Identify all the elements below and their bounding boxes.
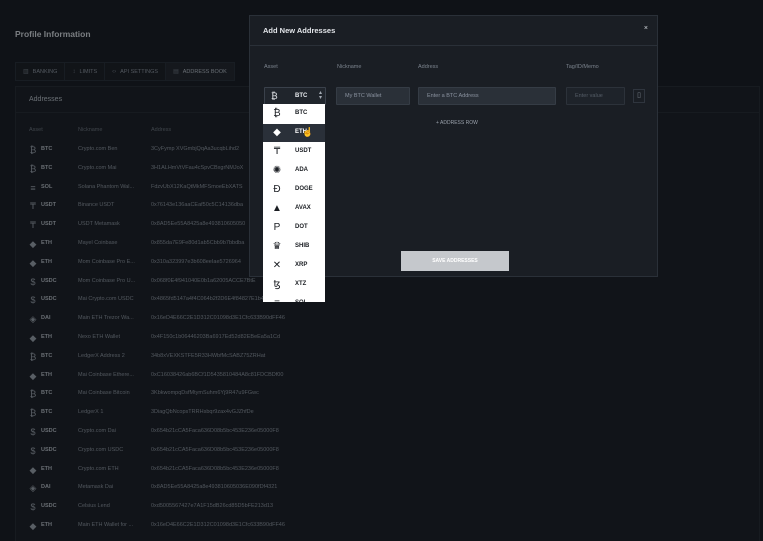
asset-option-ada[interactable]: ✺ ADA <box>263 162 325 180</box>
ada-icon: ✺ <box>272 165 282 176</box>
eth-icon: ◆ <box>273 127 281 138</box>
asset-option-xrp[interactable]: ✕ XRP <box>263 257 325 275</box>
option-label: SHIB <box>295 243 310 249</box>
bitcoin-icon: ₿ <box>271 91 278 101</box>
trash-icon[interactable]: ▯ <box>633 89 645 103</box>
nickname-input[interactable] <box>336 87 410 105</box>
xrp-icon: ✕ <box>272 260 282 271</box>
asset-option-doge[interactable]: Ð DOGE <box>263 181 325 199</box>
xtz-icon: ꜩ <box>273 279 281 290</box>
tag-label: Tag/ID/Memo <box>566 64 599 70</box>
doge-icon: Ð <box>273 184 281 195</box>
tag-input[interactable] <box>566 87 625 105</box>
divider <box>250 45 657 46</box>
add-address-row-button[interactable]: + ADDRESS ROW <box>436 120 478 126</box>
option-label: XTZ <box>295 281 307 287</box>
asset-select[interactable]: ₿ BTC ▴ ▾ <box>264 87 326 105</box>
option-label: SOL <box>295 300 307 302</box>
option-label: BTC <box>295 110 308 116</box>
sol-icon: ≡ <box>271 297 283 302</box>
option-label: DOGE <box>295 186 313 192</box>
modal-title: Add New Addresses <box>263 26 336 35</box>
asset-option-xtz[interactable]: ꜩ XTZ <box>263 276 325 294</box>
usdt-icon: ₸ <box>273 146 281 157</box>
option-label: USDT <box>295 148 312 154</box>
asset-option-dot[interactable]: P DOT <box>263 219 325 237</box>
option-label: ADA <box>295 167 308 173</box>
option-label: XRP <box>295 262 308 268</box>
asset-option-sol[interactable]: ≡ SOL <box>263 295 325 302</box>
asset-option-shib[interactable]: ♛ SHIB <box>263 238 325 256</box>
close-icon[interactable]: × <box>644 25 648 32</box>
option-label: DOT <box>295 224 308 230</box>
asset-dropdown-menu: ₿ BTC ◆ ETH ₸ USDT ✺ ADA Ð DOGE ▲ AVAX P DOT ♛ SHIB ✕ XRP… <box>263 104 325 302</box>
save-addresses-button[interactable]: SAVE ADDRESSES <box>401 251 509 271</box>
chevron-updown-icon: ▴ ▾ <box>318 90 322 101</box>
shib-icon: ♛ <box>272 241 282 252</box>
asset-option-usdt[interactable]: ₸ USDT <box>263 143 325 161</box>
dot-icon: P <box>273 222 281 233</box>
nickname-label: Nickname <box>337 64 362 70</box>
avax-icon: ▲ <box>272 203 282 214</box>
selected-asset: BTC <box>295 93 308 99</box>
address-label: Address <box>418 64 439 70</box>
asset-option-avax[interactable]: ▲ AVAX <box>263 200 325 218</box>
address-input[interactable] <box>418 87 556 105</box>
asset-label: Asset <box>264 64 278 70</box>
btc-icon: ₿ <box>273 108 281 119</box>
asset-option-eth[interactable]: ◆ ETH <box>263 124 325 142</box>
asset-option-btc[interactable]: ₿ BTC <box>263 105 325 123</box>
option-label: AVAX <box>295 205 311 211</box>
pointer-cursor-icon: ☝ <box>302 127 314 137</box>
